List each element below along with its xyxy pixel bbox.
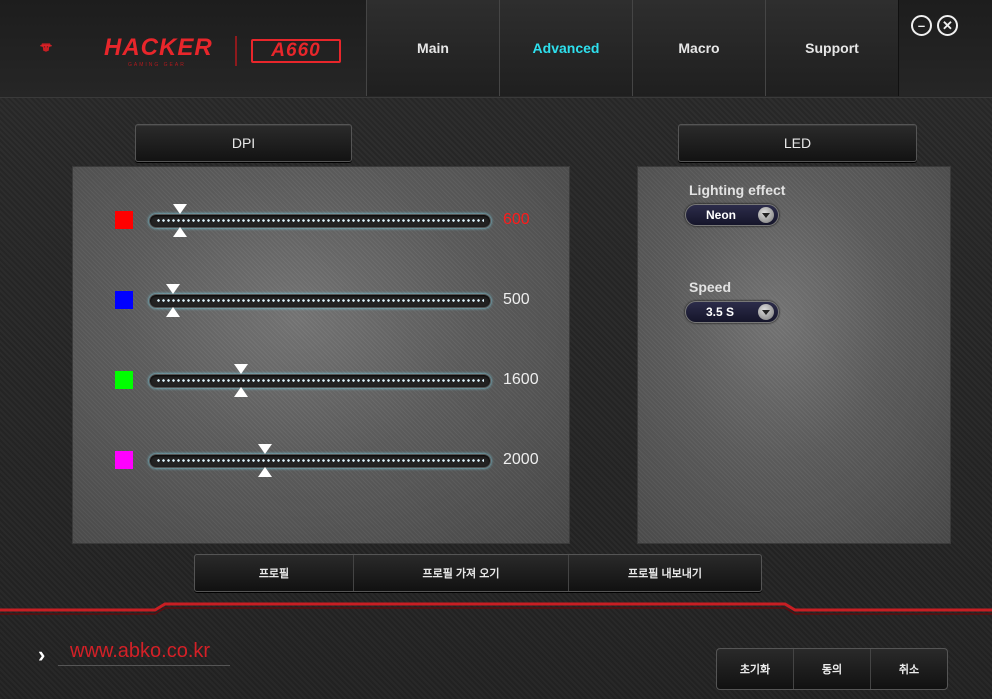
chevron-right-icon: › — [38, 642, 46, 667]
dpi-slider-handle-bottom[interactable] — [233, 387, 248, 397]
speed-select[interactable]: 3.5 S — [685, 301, 779, 323]
dpi-slider-handle-bottom[interactable] — [165, 307, 180, 317]
tab-main[interactable]: Main — [366, 0, 500, 96]
dpi-color-swatch[interactable] — [115, 371, 133, 389]
lighting-effect-label: Lighting effect — [689, 182, 786, 198]
led-panel — [637, 166, 951, 544]
dpi-color-swatch[interactable] — [115, 291, 133, 309]
dpi-slider-track[interactable] — [149, 374, 491, 388]
hacker-logo-icon — [40, 43, 52, 52]
dpi-slider-dots — [156, 219, 484, 222]
profile-button-group: 프로필 프로필 가져 오기 프로필 내보내기 — [194, 554, 762, 592]
tab-support[interactable]: Support — [765, 0, 899, 96]
tab-macro[interactable]: Macro — [632, 0, 766, 96]
dpi-slider-handle-top[interactable] — [233, 364, 248, 374]
import-profile-button[interactable]: 프로필 가져 오기 — [354, 555, 569, 591]
chevron-down-icon — [758, 207, 774, 223]
dpi-color-swatch[interactable] — [115, 211, 133, 229]
dpi-section-header: DPI — [135, 124, 352, 162]
export-profile-button[interactable]: 프로필 내보내기 — [569, 555, 761, 591]
url-underline — [58, 665, 230, 666]
dpi-color-swatch[interactable] — [115, 451, 133, 469]
dpi-slider-handle-bottom[interactable] — [172, 227, 187, 237]
red-divider-line — [0, 602, 992, 615]
tab-advanced[interactable]: Advanced — [499, 0, 633, 96]
dpi-value: 2000 — [503, 451, 539, 468]
speed-label: Speed — [689, 279, 732, 295]
speed-value: 3.5 S — [706, 305, 735, 319]
footer-button-group: 초기화 동의 취소 — [716, 648, 948, 690]
lighting-effect-select[interactable]: Neon — [685, 204, 779, 226]
dpi-slider-track[interactable] — [149, 454, 491, 468]
dpi-value: 600 — [503, 211, 530, 228]
profile-button[interactable]: 프로필 — [195, 555, 354, 591]
close-icon[interactable]: ✕ — [937, 15, 958, 36]
dpi-slider-dots — [156, 379, 484, 382]
cancel-button[interactable]: 취소 — [871, 649, 947, 689]
led-section-header: LED — [678, 124, 917, 162]
website-link[interactable]: www.abko.co.kr — [70, 640, 210, 663]
reset-button[interactable]: 초기화 — [717, 649, 794, 689]
dpi-slider-dots — [156, 459, 484, 462]
dpi-value: 500 — [503, 291, 530, 308]
dpi-value: 1600 — [503, 371, 539, 388]
dpi-slider-track[interactable] — [149, 294, 491, 308]
brand-name: HACKER — [104, 34, 213, 61]
minimize-icon[interactable]: – — [911, 15, 932, 36]
dpi-slider-dots — [156, 299, 484, 302]
dpi-slider-handle-bottom[interactable] — [257, 467, 272, 477]
chevron-down-icon — [758, 304, 774, 320]
dpi-slider-handle-top[interactable] — [172, 204, 187, 214]
brand-subtitle: GAMING GEAR — [128, 62, 186, 68]
brand-divider — [235, 36, 237, 66]
dpi-slider-handle-top[interactable] — [257, 444, 272, 454]
apply-button[interactable]: 동의 — [794, 649, 871, 689]
lighting-effect-value: Neon — [706, 208, 736, 222]
model-badge: A660 — [251, 39, 341, 63]
dpi-slider-handle-top[interactable] — [165, 284, 180, 294]
dpi-slider-track[interactable] — [149, 214, 491, 228]
